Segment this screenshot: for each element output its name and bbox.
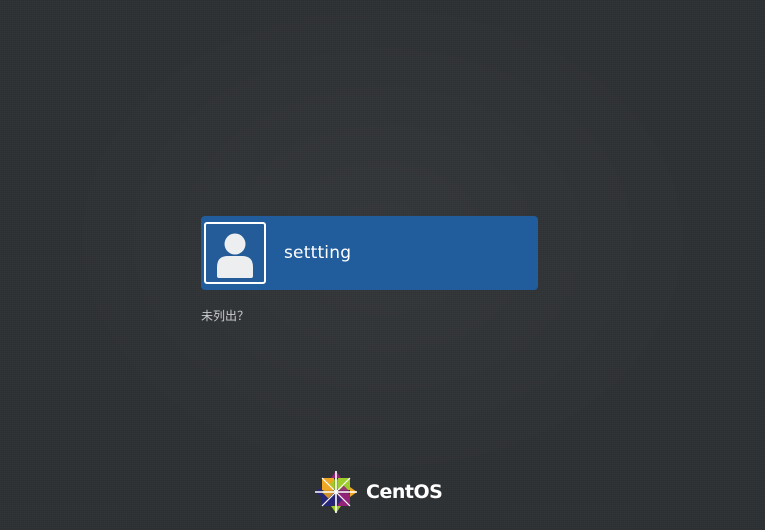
centos-logo-icon <box>315 471 357 513</box>
distro-branding: CentOS <box>314 470 443 514</box>
not-listed-link[interactable]: 未列出？ <box>201 307 249 324</box>
login-screen: { "users": [ { "name": "settting" } ], "… <box>0 0 765 530</box>
avatar <box>204 222 266 284</box>
username-label: settting <box>284 243 352 263</box>
brand-name: CentOS <box>366 481 443 503</box>
user-list-area: settting 未列出？ <box>201 216 538 324</box>
user-list-item[interactable]: settting <box>201 216 538 290</box>
user-silhouette-icon <box>217 233 253 278</box>
